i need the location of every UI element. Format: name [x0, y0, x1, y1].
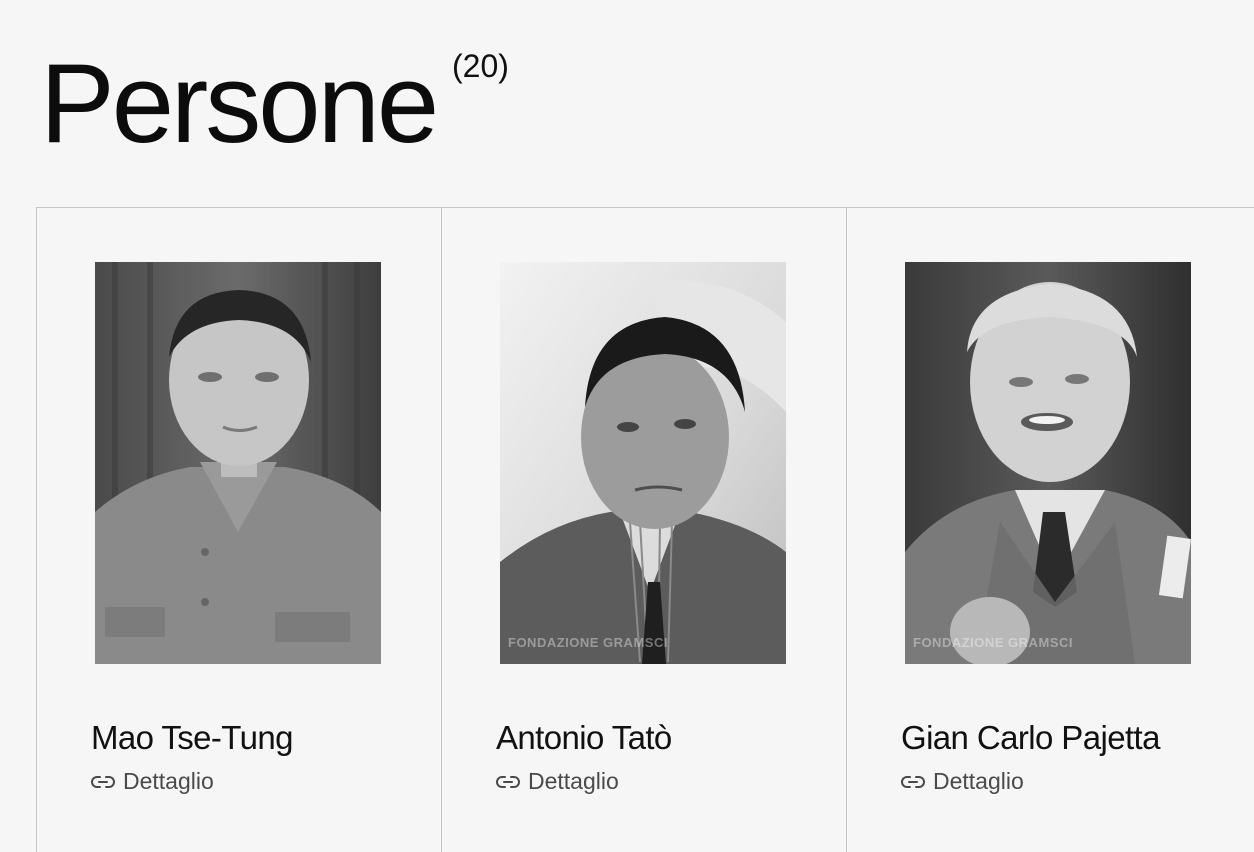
page-heading: Persone (20)	[40, 48, 509, 168]
detail-label: Dettaglio	[933, 768, 1024, 794]
portrait-image	[905, 262, 1191, 664]
portrait-image	[95, 262, 381, 664]
person-name[interactable]: Antonio Tatò	[496, 719, 672, 756]
person-card-mao-tse-tung[interactable]: Mao Tse-Tung Dettaglio	[37, 208, 442, 852]
link-icon	[901, 774, 925, 790]
person-photo[interactable]: FONDAZIONE GRAMSCI	[500, 262, 786, 664]
people-page: Persone (20) Mao Tse-Tung Dettaglio FOND…	[0, 0, 1254, 852]
person-card-gian-carlo-pajetta[interactable]: FONDAZIONE GRAMSCI Gian Carlo Pajetta De…	[847, 208, 1254, 852]
detail-link[interactable]: Dettaglio	[496, 768, 619, 795]
link-icon	[91, 774, 115, 790]
detail-link[interactable]: Dettaglio	[901, 768, 1024, 795]
page-title: Persone	[40, 41, 439, 166]
person-name[interactable]: Mao Tse-Tung	[91, 719, 294, 756]
people-grid: Mao Tse-Tung Dettaglio FONDAZIONE GRAMSC…	[36, 207, 1254, 852]
person-photo[interactable]: FONDAZIONE GRAMSCI	[905, 262, 1191, 664]
detail-link[interactable]: Dettaglio	[91, 768, 214, 795]
person-photo[interactable]	[95, 262, 381, 664]
person-name[interactable]: Gian Carlo Pajetta	[901, 719, 1160, 756]
person-card-antonio-tato[interactable]: FONDAZIONE GRAMSCI Antonio Tatò Dettagli…	[442, 208, 847, 852]
portrait-image	[500, 262, 786, 664]
link-icon	[496, 774, 520, 790]
detail-label: Dettaglio	[123, 768, 214, 794]
detail-label: Dettaglio	[528, 768, 619, 794]
watermark: FONDAZIONE GRAMSCI	[508, 635, 668, 651]
watermark: FONDAZIONE GRAMSCI	[913, 635, 1073, 651]
results-count: (20)	[452, 48, 509, 84]
